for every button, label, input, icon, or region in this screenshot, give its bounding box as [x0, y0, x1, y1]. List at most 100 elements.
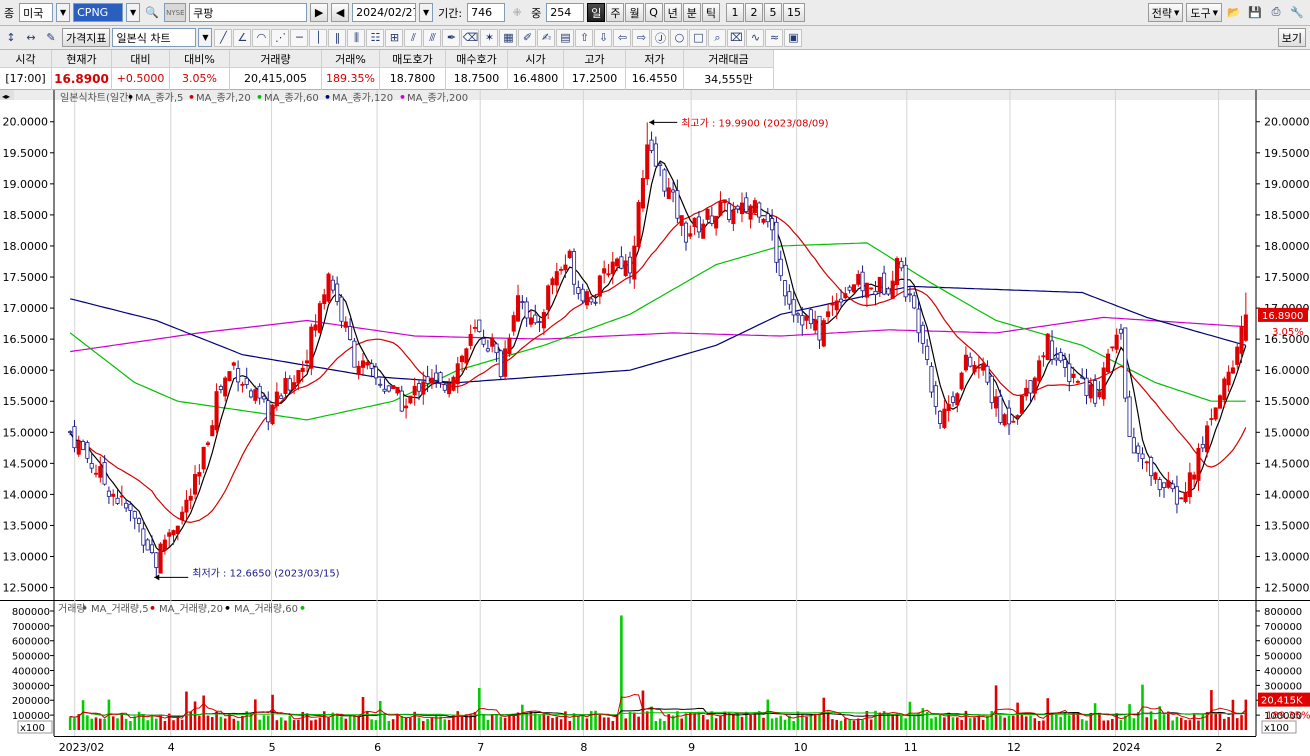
price-tick-left: 14.0000	[3, 488, 49, 501]
cycle-tool-icon[interactable]: ⫼	[347, 28, 366, 47]
interval-button-2[interactable]: 월	[625, 3, 644, 22]
minute-button-2[interactable]: 5	[763, 3, 782, 22]
candle-body	[416, 383, 422, 392]
note-tool-icon[interactable]: ✍	[537, 28, 556, 47]
arrow-up-down-icon[interactable]: ↕	[2, 29, 20, 47]
period-tool-icon[interactable]: ☷	[366, 28, 385, 47]
candle-body	[296, 370, 301, 384]
legend-dot: •	[299, 602, 306, 615]
line-tool-icon[interactable]: ╱	[214, 28, 233, 47]
candle-body	[464, 348, 469, 364]
grid-tool-icon[interactable]: ‖	[328, 28, 347, 47]
search-icon[interactable]: 🔍	[143, 4, 161, 22]
volume-bar	[258, 719, 261, 730]
candle-body	[158, 543, 163, 574]
date-input[interactable]: 2024/02/27	[352, 3, 417, 22]
quote-value: 16.4800	[512, 72, 559, 85]
color-tool-icon[interactable]: ▦	[499, 28, 518, 47]
tools-button[interactable]: 도구 ▼	[1186, 3, 1222, 22]
candle-body	[283, 378, 288, 394]
volume-bar	[602, 717, 606, 730]
chart-tool-icon[interactable]: ▣	[784, 28, 803, 47]
fib-tool-icon[interactable]: ⊞	[385, 28, 404, 47]
text-tool-icon[interactable]: Ⓙ	[651, 28, 670, 47]
view-button[interactable]: 보기	[1277, 28, 1306, 47]
interval-button-5[interactable]: 분	[682, 3, 701, 22]
market-select[interactable]: 미국	[19, 3, 54, 22]
fan-tool-icon[interactable]: ⋰	[271, 28, 290, 47]
volume-bar	[779, 715, 783, 730]
chart-type-select[interactable]: 일본식 차트	[112, 28, 197, 47]
next-date-button[interactable]: ▶	[310, 3, 329, 22]
volume-bar	[912, 716, 916, 730]
legend-dot: •	[188, 91, 195, 104]
magic-tool-icon[interactable]: ✶	[480, 28, 499, 47]
volume-bar	[689, 712, 692, 730]
volume-bar	[1020, 713, 1024, 730]
save-icon[interactable]: 💾	[1246, 3, 1264, 21]
chart-area[interactable]: ◂▸ 2023/02 4 5 6 7 8 9 10 11 12 2024 2 20.0000 20.0000…	[0, 90, 1310, 756]
minute-button-0[interactable]: 1	[725, 3, 744, 22]
brush-tool-icon[interactable]: ✐	[518, 28, 537, 47]
count-label: 중	[531, 6, 542, 20]
chart-type-dropdown-icon[interactable]: ▼	[198, 28, 213, 47]
wave1-tool-icon[interactable]: ∿	[746, 28, 765, 47]
hline-tool-icon[interactable]: ─	[290, 28, 309, 47]
indicator-button[interactable]: 가격지표	[62, 28, 111, 47]
arrow-left-right-icon[interactable]: ↔	[22, 29, 40, 47]
stock-name-field[interactable]: 쿠팡	[189, 3, 308, 22]
interval-button-1[interactable]: 주	[606, 3, 625, 22]
price-tick-right: 20.0000	[1264, 116, 1310, 129]
volume-bar	[637, 716, 640, 730]
market-dropdown-icon[interactable]: ▼	[56, 3, 71, 22]
volume-bar	[288, 715, 292, 730]
candle-body	[218, 386, 223, 390]
circle-tool-icon[interactable]: ○	[670, 28, 689, 47]
count-input[interactable]: 254	[546, 3, 585, 22]
vline-tool-icon[interactable]: │	[309, 28, 328, 47]
quote-info-bar: 시각 [17:00] 현재가 16.8900 대비 +0.5000 대비% 3.05% 거래량 2…	[0, 50, 1310, 90]
up-arrow-icon[interactable]: ⇧	[575, 28, 594, 47]
volume-bar	[1244, 699, 1248, 730]
channel-tool-icon[interactable]: ⫽	[404, 28, 423, 47]
price-chart[interactable]: ◂▸ 2023/02 4 5 6 7 8 9 10 11 12 2024 2 20.0000 20.0000…	[0, 90, 1310, 756]
doc-tool-icon[interactable]: ▤	[556, 28, 575, 47]
open-folder-icon[interactable]: 📂	[1225, 3, 1243, 21]
arc-tool-icon[interactable]: ◠	[252, 28, 271, 47]
zoom-tool-icon[interactable]: ⌕	[708, 28, 727, 47]
prev-date-button[interactable]: ◀	[331, 3, 350, 22]
date-dropdown-icon[interactable]: ▼	[419, 3, 434, 22]
volume-bar	[650, 706, 653, 730]
eraser-tool-icon[interactable]: ⌫	[461, 28, 480, 47]
trend-tool-icon[interactable]: ⫻	[423, 28, 442, 47]
print-icon[interactable]: ⎙	[1267, 3, 1285, 21]
interval-button-4[interactable]: 년	[663, 3, 682, 22]
settings-wrench-icon[interactable]: 🔧	[1288, 3, 1306, 21]
candle-body	[188, 495, 193, 501]
minute-button-1[interactable]: 2	[744, 3, 763, 22]
link-icon[interactable]: ⁜	[508, 4, 526, 22]
pen-tool-icon[interactable]: ✒	[442, 28, 461, 47]
candle-body	[1024, 387, 1029, 397]
volume-bar	[409, 717, 412, 730]
candle-body	[589, 298, 594, 303]
delete-tool-icon[interactable]: ⌧	[727, 28, 746, 47]
price-tick-right: 18.0000	[1264, 240, 1310, 253]
right-arrow-icon[interactable]: ⇨	[632, 28, 651, 47]
volume-bar	[310, 720, 313, 730]
period-input[interactable]: 746	[467, 3, 506, 22]
quote-value: 20,415,005	[244, 72, 307, 85]
minute-button-3[interactable]: 15	[782, 3, 805, 22]
wave2-tool-icon[interactable]: ≈	[765, 28, 784, 47]
rect-tool-icon[interactable]: □	[689, 28, 708, 47]
strategy-button[interactable]: 전략 ▼	[1147, 3, 1184, 22]
down-arrow-icon[interactable]: ⇩	[594, 28, 613, 47]
ticker-dropdown-icon[interactable]: ▼	[126, 3, 141, 22]
angle-tool-icon[interactable]: ∠	[233, 28, 252, 47]
edit-icon[interactable]: ✎	[42, 29, 60, 47]
left-arrow-icon[interactable]: ⇦	[613, 28, 632, 47]
interval-button-6[interactable]: 틱	[701, 3, 720, 22]
interval-button-3[interactable]: Q	[644, 3, 663, 22]
ticker-input[interactable]: CPNG	[73, 3, 124, 22]
interval-button-0[interactable]: 일	[587, 3, 606, 22]
